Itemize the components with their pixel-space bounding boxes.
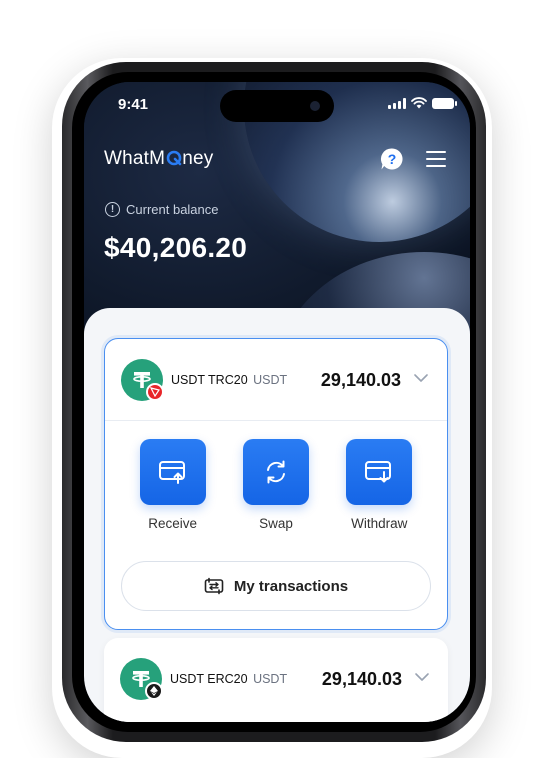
hamburger-menu-icon[interactable]: [426, 151, 446, 167]
balance-label-text: Current balance: [126, 202, 219, 217]
receive-button[interactable]: [139, 439, 206, 505]
withdraw-button[interactable]: [346, 439, 413, 505]
withdraw-label: Withdraw: [351, 516, 408, 531]
transactions-icon: [204, 577, 224, 595]
chevron-down-icon[interactable]: [413, 373, 429, 383]
wifi-icon: [411, 97, 427, 109]
dynamic-island: [220, 90, 334, 122]
token-name: USDT TRC20 USDT: [171, 373, 287, 387]
wallet-actions: Receive Swap Withdraw: [105, 439, 447, 531]
status-icons: [388, 97, 457, 109]
token-unit: USDT: [253, 373, 288, 387]
brand-o-icon: [166, 150, 181, 166]
receive-action[interactable]: Receive: [133, 439, 213, 531]
camera-icon: [310, 101, 320, 111]
wallets-sheet: USDT TRC20 USDT 29,140.03 Receive Swap W…: [84, 308, 470, 722]
token-name: USDT ERC20 USDT: [170, 672, 287, 686]
receive-icon: [158, 461, 185, 484]
swap-icon: [266, 460, 285, 484]
token-name-text: USDT TRC20: [171, 373, 248, 387]
help-bubble-icon[interactable]: ?: [380, 147, 404, 171]
token-name-text: USDT ERC20: [170, 672, 248, 686]
swap-label: Swap: [259, 516, 293, 531]
status-time: 9:41: [118, 96, 149, 113]
brand-text-start: WhatM: [104, 148, 166, 169]
tron-icon: [146, 383, 164, 401]
token-amount: 29,140.03: [321, 669, 402, 689]
info-icon[interactable]: !: [105, 202, 120, 217]
token-amount: 29,140.03: [320, 370, 401, 390]
receive-label: Receive: [148, 516, 198, 531]
token-row[interactable]: USDT ERC20 USDT 29,140.03: [104, 638, 448, 720]
withdraw-icon: [365, 461, 392, 483]
withdraw-action[interactable]: Withdraw: [339, 439, 419, 531]
wallet-card-usdt-trc20[interactable]: USDT TRC20 USDT 29,140.03 Receive Swap W…: [104, 338, 448, 630]
svg-text:?: ?: [388, 151, 397, 167]
brand-text-end: ney: [182, 148, 214, 169]
chevron-down-icon[interactable]: [414, 672, 430, 682]
wallet-card-usdt-erc20[interactable]: USDT ERC20 USDT 29,140.03: [104, 638, 448, 722]
swap-button[interactable]: [242, 439, 309, 505]
balance-value: $40,206.20: [104, 232, 248, 263]
swap-action[interactable]: Swap: [236, 439, 316, 531]
brand-logo: WhatM ney: [104, 148, 213, 170]
my-transactions-label: My transactions: [233, 577, 349, 595]
my-transactions-button[interactable]: My transactions: [121, 561, 431, 611]
phone-screen: 9:41 WhatM ney ? ! Current balance $40,2…: [84, 82, 470, 722]
ethereum-icon: [145, 682, 163, 700]
token-unit: USDT: [253, 672, 288, 686]
cellular-signal-icon: [388, 97, 406, 109]
token-row[interactable]: USDT TRC20 USDT 29,140.03: [105, 339, 447, 421]
balance-label: ! Current balance: [105, 202, 219, 217]
battery-icon: [432, 97, 457, 109]
